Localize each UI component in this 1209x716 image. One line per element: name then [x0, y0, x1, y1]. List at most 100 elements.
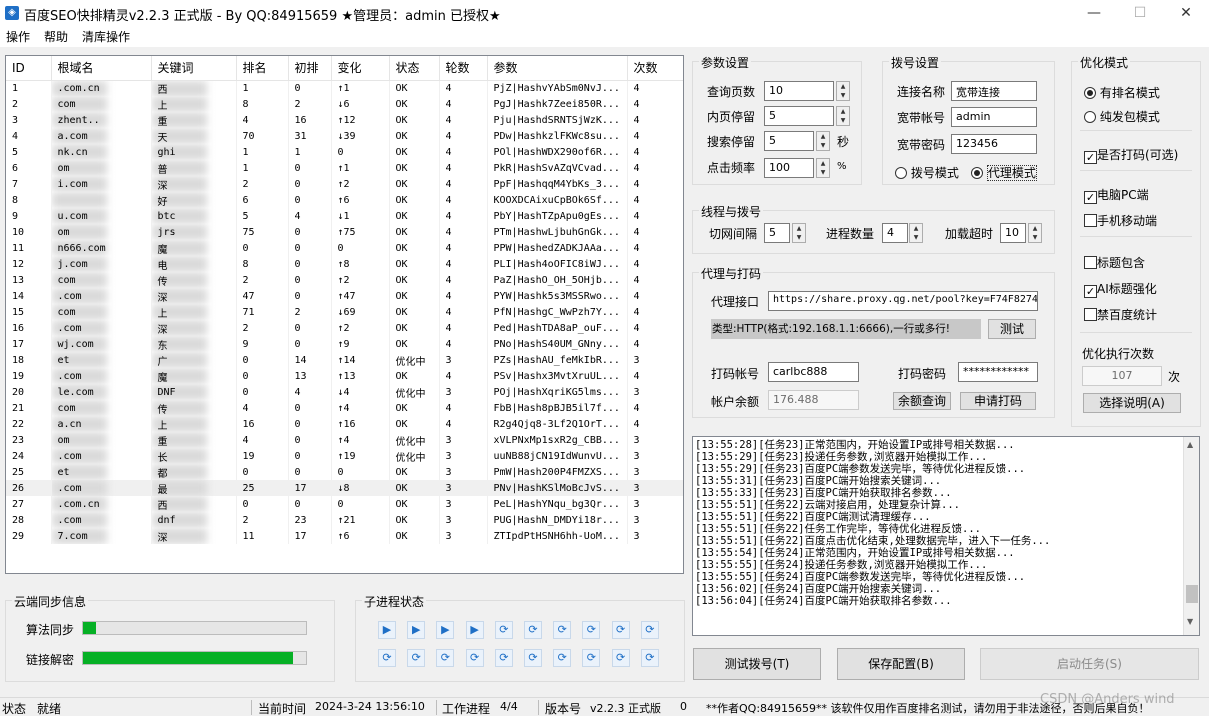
col-rounds[interactable]: 轮数 [439, 56, 488, 81]
maximize-button[interactable]: ☐ [1117, 0, 1163, 27]
col-params[interactable]: 参数 [487, 56, 628, 81]
scroll-up-icon[interactable]: ▲ [1187, 440, 1193, 449]
table-row[interactable]: 22 a.cn 上 16 0 ↑16 OK 4 R2g4Qjq8-3Lf2Q1OrT... 4 [6, 416, 683, 432]
apply-captcha-button[interactable]: 申请打码 [960, 392, 1036, 410]
timeout-spinner[interactable]: ▲ ▼ [1028, 223, 1042, 243]
captcha-account-input[interactable]: carlbc888 [768, 362, 859, 382]
table-row[interactable]: 4 a.com 天 70 31 ↓39 OK 4 PDw|HashkzlFKWc8su... 4 [6, 128, 683, 144]
inner-stay-spinner[interactable]: ▲ ▼ [836, 106, 850, 126]
table-row[interactable]: 2 com 上 8 2 ↓6 OK 4 PgJ|Hashk7Zeei850R... 4 [6, 96, 683, 112]
switch-interval-input[interactable]: 5 [764, 223, 790, 243]
table-row[interactable]: 8 好 6 0 ↑6 OK 4 KOOXDCAixuCpBOk6Sf... 4 [6, 192, 683, 208]
query-pages-input[interactable]: 10 [764, 81, 834, 101]
click-freq-input[interactable]: 100 [764, 158, 814, 178]
col-keyword[interactable]: 关键词 [151, 56, 237, 81]
table-row[interactable]: 17 wj.com 东 9 0 ↑9 OK 4 PNo|HashS40UM_GNny... 4 [6, 336, 683, 352]
mode-pure-radio[interactable]: 纯发包模式 [1084, 108, 1160, 125]
mode-rank-radio-circle[interactable] [1084, 87, 1096, 99]
save-config-button[interactable]: 保存配置(B) [837, 648, 965, 680]
log-panel[interactable]: [13:55:28][任务23]正常范围内，开始设置IP或排号相关数据... [1… [692, 436, 1200, 636]
table-row[interactable]: 23 om 重 4 0 ↑4 优化中 3 xVLPNxMp1sxR2g_CBB... 3 [6, 432, 683, 448]
balance-query-button[interactable]: 余额查询 [893, 392, 951, 410]
table-row[interactable]: 27 .com.cn 西 0 0 0 OK 3 PeL|HashYNqu_bg3Qr... 3 [6, 496, 683, 512]
test-dial-button[interactable]: 测试拨号(T) [693, 648, 821, 680]
refresh-icon[interactable]: ⟳ [524, 649, 542, 667]
proxy-test-button[interactable]: 测试 [988, 319, 1036, 339]
col-status[interactable]: 状态 [389, 56, 440, 81]
ai-title-checkbox[interactable]: ✓ AI标题强化 [1084, 280, 1157, 298]
refresh-icon[interactable]: ⟳ [553, 621, 572, 639]
proxy-api-input[interactable]: https://share.proxy.qg.net/pool?key=F74F… [768, 291, 1038, 311]
scroll-down-icon[interactable]: ▼ [1187, 617, 1193, 626]
help-button[interactable]: 选择说明(A) [1083, 393, 1181, 413]
mode-pure-radio-circle[interactable] [1084, 111, 1096, 123]
refresh-icon[interactable]: ⟳ [582, 621, 601, 639]
captcha-password-input[interactable]: ************ [958, 362, 1038, 382]
refresh-icon[interactable]: ⟳ [640, 649, 659, 667]
refresh-icon[interactable]: ⟳ [407, 649, 426, 667]
table-row[interactable]: 15 com 上 71 2 ↓69 OK 4 PfN|HashgC_WwPzh7Y... 4 [6, 304, 683, 320]
title-contain-checkbox[interactable]: 标题包含 [1084, 254, 1145, 271]
table-row[interactable]: 11 n666.com 魔 0 0 0 OK 4 PPW|HashedZADKJAAa... 4 [6, 240, 683, 256]
query-pages-spinner[interactable]: ▲ ▼ [836, 81, 850, 101]
table-row[interactable]: 16 .com 深 2 0 ↑2 OK 4 Ped|HashTDA8aP_ouF... 4 [6, 320, 683, 336]
search-stay-spinner[interactable]: ▲ ▼ [816, 131, 830, 151]
search-stay-input[interactable]: 5 [764, 131, 814, 151]
table-row[interactable]: 12 j.com 电 8 0 ↑8 OK 4 PLI|Hash4oOFIC8iWJ... 4 [6, 256, 683, 272]
refresh-icon[interactable]: ⟳ [494, 621, 513, 639]
refresh-icon[interactable]: ⟳ [436, 649, 455, 667]
proc-count-spinner[interactable]: ▲ ▼ [909, 223, 923, 243]
mobile-checkbox[interactable]: 手机移动端 [1084, 212, 1157, 229]
refresh-icon[interactable]: ⟳ [611, 621, 630, 639]
table-row[interactable]: 14 .com 深 47 0 ↑47 OK 4 PYW|Hashk5s3MSSRwo... 4 [6, 288, 683, 304]
table-row[interactable]: 24 .com 长 19 0 ↑19 优化中 3 uuNB88jCN19IdWunvU... 3 [6, 448, 683, 464]
minimize-button[interactable]: — [1071, 0, 1117, 27]
table-row[interactable]: 9 u.com btc 5 4 ↓1 OK 4 PbY|HashTZpApu0gEs... 4 [6, 208, 683, 224]
refresh-icon[interactable]: ⟳ [553, 649, 572, 667]
checkmark-icon[interactable]: ✓ [1084, 191, 1097, 204]
play-icon[interactable]: ▶ [465, 621, 484, 639]
table-row[interactable]: 19 .com 魔 0 13 ↑13 OK 4 PSv|Hashx3MvtXruUL... 4 [6, 368, 683, 384]
col-rank[interactable]: 排名 [236, 56, 289, 81]
click-freq-spinner[interactable]: ▲ ▼ [816, 158, 830, 178]
table-row[interactable]: 6 om 普 1 0 ↑1 OK 4 PkR|HashSvAZqVCvad... 4 [6, 160, 683, 176]
menu-help[interactable]: 帮助 [44, 28, 68, 45]
play-icon[interactable]: ▶ [407, 621, 426, 639]
refresh-icon[interactable]: ⟳ [524, 621, 542, 639]
table-row[interactable]: 21 com 传 4 0 ↑4 OK 4 FbB|Hash8pBJB5il7f... 4 [6, 400, 683, 416]
mode-proxy-radio[interactable]: 代理模式 [971, 164, 1037, 181]
refresh-icon[interactable]: ⟳ [640, 621, 659, 639]
table-row[interactable]: 10 om jrs 75 0 ↑75 OK 4 PTm|HashwLjbuhGnGk... 4 [6, 224, 683, 240]
keyword-table[interactable]: ID 根域名 关键词 排名 初排 变化 状态 轮数 参数 次数 1 .com.cn… [5, 55, 684, 574]
table-row[interactable]: 7 i.com 深 2 0 ↑2 OK 4 PpF|HashqqM4YbKs_3... 4 [6, 176, 683, 192]
no-stats-check-box[interactable] [1084, 308, 1097, 321]
menu-operate[interactable]: 操作 [6, 28, 30, 45]
table-row[interactable]: 3 zhent.. 重 4 16 ↑12 OK 4 Pju|HashdSRNTSjWzK... 4 [6, 112, 683, 128]
mode-dial-radio-circle[interactable] [895, 167, 907, 179]
conn-name-input[interactable]: 宽带连接 [951, 81, 1037, 101]
pc-checkbox[interactable]: ✓ 电脑PC端 [1084, 186, 1149, 204]
table-row[interactable]: 13 com 传 2 0 ↑2 OK 4 PaZ|HashO_OH_5OHjb... 4 [6, 272, 683, 288]
table-row[interactable]: 5 nk.cn ghi 1 1 0 OK 4 POl|HashWDX290of6R... 4 [6, 144, 683, 160]
captcha-checkbox[interactable]: ✓ 是否打码(可选) [1084, 146, 1178, 164]
proc-count-input[interactable]: 4 [882, 223, 908, 243]
log-scrollbar[interactable]: ▲ ▼ [1183, 437, 1199, 635]
table-row[interactable]: 26 .com 最 25 17 ↓8 OK 3 PNv|HashKSlMoBcJvS... 3 [6, 480, 683, 496]
col-change[interactable]: 变化 [331, 56, 390, 81]
play-icon[interactable]: ▶ [436, 621, 455, 639]
table-row[interactable]: 1 .com.cn 西 1 0 ↑1 OK 4 PjZ|HashvYAbSm0NvJ... 4 [6, 80, 683, 96]
table-row[interactable]: 20 le.com DNF 0 4 ↓4 优化中 3 POj|HashXqriKG5lms...… [6, 384, 683, 400]
mode-proxy-radio-circle[interactable] [971, 167, 983, 179]
col-domain[interactable]: 根域名 [51, 56, 152, 81]
refresh-icon[interactable]: ⟳ [611, 649, 630, 667]
title-contain-check-box[interactable] [1084, 256, 1097, 269]
mode-dial-radio[interactable]: 拨号模式 [895, 164, 959, 181]
mobile-check-box[interactable] [1084, 214, 1097, 227]
mode-rank-radio[interactable]: 有排名模式 [1084, 84, 1160, 101]
scroll-thumb[interactable] [1186, 585, 1198, 603]
password-input[interactable]: 123456 [951, 134, 1037, 154]
checkmark-icon[interactable]: ✓ [1084, 151, 1097, 164]
timeout-input[interactable]: 10 [1000, 223, 1026, 243]
no-stats-checkbox[interactable]: 禁百度统计 [1084, 306, 1157, 323]
refresh-icon[interactable]: ⟳ [465, 649, 484, 667]
